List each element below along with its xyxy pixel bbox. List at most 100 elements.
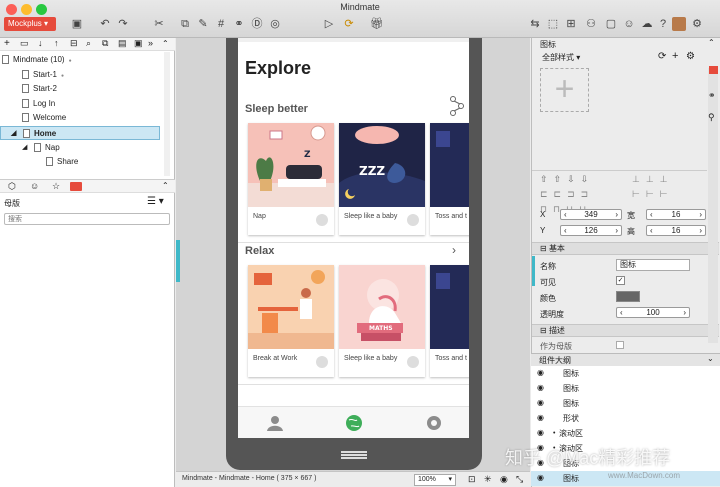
card-toss-and-turn[interactable]: Toss and t	[430, 123, 469, 235]
more-icon[interactable]: »	[148, 38, 153, 48]
move-up-icon[interactable]: ↑	[54, 38, 59, 48]
help-icon[interactable]: ?	[656, 17, 670, 31]
snap-icon[interactable]: ✳	[484, 474, 492, 485]
settings-tab-icon[interactable]	[425, 414, 443, 432]
tree-item[interactable]: ◢ Home	[0, 126, 160, 140]
name-input[interactable]: 图标	[616, 259, 690, 271]
redo-icon[interactable]: ↷	[116, 17, 130, 31]
page-settings-icon[interactable]: ▤	[118, 38, 127, 49]
visibility-eye-icon[interactable]: ◉	[537, 429, 547, 437]
visibility-eye-icon[interactable]: ◉	[537, 474, 547, 482]
add-style-icon[interactable]: +	[672, 50, 678, 62]
tree-item[interactable]: ◢Mindmate (10)●	[0, 53, 160, 67]
undo-icon[interactable]: ↶	[98, 17, 112, 31]
masters-tab-icon[interactable]	[70, 182, 82, 191]
icons-tab-icon[interactable]: ☺	[30, 181, 39, 191]
chevron-right-icon[interactable]: ›	[452, 243, 456, 257]
card-sleep-like-a-baby[interactable]: ZZZ Sleep like a baby	[339, 123, 425, 235]
card-toss-and-turn-2[interactable]: Toss and t	[430, 265, 469, 377]
outline-row[interactable]: ◉ 图标	[531, 366, 720, 381]
gift-icon[interactable]: 🎁︎	[370, 17, 384, 31]
collapse-lib-icon[interactable]: ⌃	[162, 181, 169, 190]
favorite-heart-icon[interactable]	[316, 356, 328, 368]
tree-item[interactable]: Share	[0, 155, 160, 169]
y-input[interactable]: ‹ 126 ›	[560, 225, 622, 236]
share-icon[interactable]: ⇆	[528, 17, 542, 31]
component-grid-icon[interactable]: ⊞	[564, 17, 578, 31]
dna-icon[interactable]	[449, 96, 465, 116]
expand-arrow-icon[interactable]: ◢	[22, 141, 27, 155]
favorite-heart-icon[interactable]	[407, 356, 419, 368]
visibility-eye-icon[interactable]: ◉	[537, 369, 547, 377]
list-menu-icon[interactable]: ☰ ▾	[147, 196, 164, 207]
master-checkbox[interactable]	[616, 341, 624, 349]
grid-icon[interactable]: #	[214, 17, 228, 31]
props-scrollbar[interactable]	[708, 68, 718, 343]
profile-tab-icon[interactable]	[266, 414, 284, 432]
group-bullet-icon[interactable]: •	[553, 426, 555, 441]
tree-item[interactable]: Log In	[0, 97, 160, 111]
outline-row[interactable]: ◉ 滚动区 •	[531, 426, 720, 441]
link-icon[interactable]: ⤡	[516, 474, 523, 485]
sync-icon[interactable]: ⟳	[342, 17, 356, 31]
eye-icon[interactable]: ◉	[500, 474, 508, 485]
zoom-select[interactable]: 100% ▾	[414, 474, 456, 486]
settings-icon[interactable]: ⚙	[690, 17, 704, 31]
add-icon-placeholder[interactable]: +	[540, 68, 589, 112]
masters-search-input[interactable]	[4, 213, 170, 225]
folder-icon[interactable]: ▭	[20, 38, 29, 49]
tree-scrollbar[interactable]	[164, 52, 170, 176]
copy-icon[interactable]: ⧉	[178, 17, 192, 31]
avatar[interactable]	[672, 17, 686, 31]
cloud-icon[interactable]: ☁	[640, 17, 654, 31]
move-down-icon[interactable]: ↓	[38, 38, 43, 48]
visibility-eye-icon[interactable]: ◉	[537, 414, 547, 422]
visibility-eye-icon[interactable]: ◉	[537, 399, 547, 407]
card-nap[interactable]: Z Nap	[248, 123, 334, 235]
components-tab-icon[interactable]: ⬡	[8, 181, 16, 192]
x-input[interactable]: ‹ 349 ›	[560, 209, 622, 220]
distribute-tools-2[interactable]: ⊢⊢⊢	[632, 189, 674, 200]
align-icon[interactable]: ⬚	[546, 17, 560, 31]
search-icon[interactable]: ⌕	[86, 38, 91, 49]
collapse-outline-icon[interactable]: ⌄	[707, 354, 714, 363]
outline-row[interactable]: ◉ 形状	[531, 411, 720, 426]
link-tab-icon[interactable]: ⚲	[708, 112, 715, 123]
fit-screen-icon[interactable]: ⊡	[468, 474, 476, 485]
style-tab-icon[interactable]	[709, 66, 718, 74]
distribute-tools[interactable]: ⊥⊥⊥	[632, 174, 674, 185]
basic-section-header[interactable]: ⊟ 基本	[532, 242, 719, 255]
component-icon[interactable]: ◎	[268, 17, 282, 31]
width-input[interactable]: ‹ 16 ›	[646, 209, 706, 220]
favorites-tab-icon[interactable]: ☆	[52, 181, 60, 192]
card-break-at-work[interactable]: Break at Work	[248, 265, 334, 377]
left-resize-handle[interactable]	[176, 240, 180, 282]
visible-checkbox[interactable]: ✓	[616, 276, 625, 285]
height-input[interactable]: ‹ 16 ›	[646, 225, 706, 236]
brush-icon[interactable]: ✎	[196, 17, 210, 31]
team-icon[interactable]: ⚇	[584, 17, 598, 31]
outline-row[interactable]: ◉ 图标	[531, 396, 720, 411]
tree-item[interactable]: ◢ Nap	[0, 141, 160, 155]
cut-icon[interactable]: ✂	[152, 17, 166, 31]
align-tools-2[interactable]: ⊏⊏⊐⊐	[540, 189, 594, 200]
interaction-icon[interactable]: ⚭	[232, 17, 246, 31]
brand-menu-button[interactable]: Mockplus ▾	[4, 17, 56, 31]
card-sleep-like-a-baby-2[interactable]: MATHS Sleep like a baby	[339, 265, 425, 377]
tree-item[interactable]: Welcome	[0, 111, 160, 125]
chat-icon[interactable]: ▢	[604, 17, 618, 31]
explore-tab-icon[interactable]	[345, 414, 363, 432]
add-page-icon[interactable]: +	[4, 38, 10, 49]
opacity-input[interactable]: ‹ 100 ›	[616, 307, 690, 318]
color-swatch[interactable]	[616, 291, 640, 302]
align-tools[interactable]: ⇧⇧⇩⇩	[540, 174, 594, 185]
favorite-heart-icon[interactable]	[316, 214, 328, 226]
tree-item[interactable]: Start-1 ●	[0, 68, 160, 82]
tree-item[interactable]: Start-2	[0, 82, 160, 96]
collapse-props-icon[interactable]: ⌃	[708, 38, 715, 47]
save-icon[interactable]: ▣	[70, 17, 84, 31]
style-select[interactable]: 全部样式 ▾	[542, 52, 580, 63]
data-icon[interactable]: Ⓓ	[250, 17, 264, 31]
expand-arrow-icon[interactable]: ◢	[11, 127, 16, 141]
desc-section-header[interactable]: ⊟ 描述	[532, 324, 719, 337]
